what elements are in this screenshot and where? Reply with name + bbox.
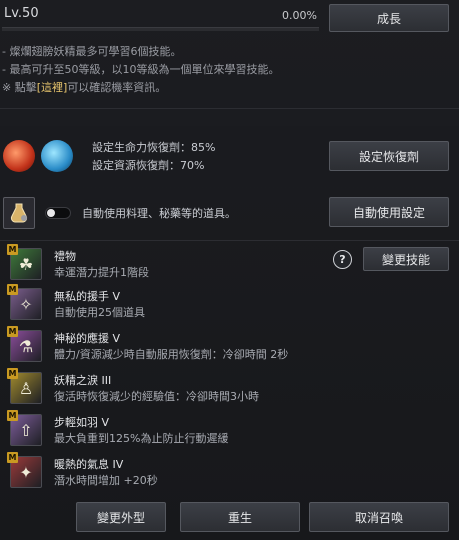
skill-name: 禮物 (54, 250, 76, 263)
auto-use-toggle[interactable] (45, 207, 71, 219)
grade-badge: M (7, 410, 18, 421)
fairy-icon: ✧ M (7, 284, 42, 320)
info-line-2: - 最高可升至50等級，以10等級為一個單位來學習技能。 (2, 63, 280, 76)
potion-icon: ⚗ M (7, 326, 42, 362)
mp-recovery-label: 設定資源恢復劑：70% (92, 159, 205, 172)
grade-badge: M (7, 326, 18, 337)
auto-use-settings-button[interactable]: 自動使用設定 (329, 197, 449, 227)
hp-potion-icon (3, 140, 35, 172)
tear-icon: ♙ M (7, 368, 42, 404)
auto-potion-icon (3, 197, 35, 229)
skill-name: 妖精之淚 III (54, 374, 112, 387)
skill-description: 潛水時間增加 +20秒 (54, 474, 158, 487)
grade-badge: M (7, 244, 18, 255)
mp-potion-icon (41, 140, 73, 172)
info-line-3: ※ 點擊[這裡]可以確認機率資訊。 (2, 79, 166, 95)
skill-row: ♙ M 妖精之淚 III 復活時恢復減少的經驗值：冷卻時間3小時 (0, 368, 459, 408)
grade-badge: M (7, 368, 18, 379)
skill-row: ⚗ M 神秘的應援 V 體力/資源減少時自動服用恢復劑：冷卻時間 2秒 (0, 326, 459, 366)
grow-button[interactable]: 成長 (329, 4, 449, 32)
hp-recovery-label: 設定生命力恢復劑：85% (92, 141, 216, 154)
skill-glyph: ✧ (19, 294, 33, 314)
skill-description: 自動使用25個道具 (54, 306, 145, 319)
skill-name: 神秘的應援 V (54, 332, 121, 345)
toggle-knob (47, 209, 55, 217)
info-line-3-tail: 可以確認機率資訊。 (67, 81, 167, 94)
change-appearance-button[interactable]: 變更外型 (76, 502, 166, 532)
grade-badge: M (7, 284, 18, 295)
exp-bar (2, 27, 319, 31)
level-label: Lv.50 (4, 6, 39, 21)
skill-description: 復活時恢復減少的經驗值：冷卻時間3小時 (54, 390, 259, 403)
set-recovery-button[interactable]: 設定恢復劑 (329, 141, 449, 171)
fairy-panel: Lv.50 0.00% 成長 - 燦爛翅膀妖精最多可學習6個技能。 - 最高可升… (0, 0, 459, 540)
skill-name: 暖熱的氣息 IV (54, 458, 124, 471)
skill-glyph: ⚗ (18, 336, 34, 356)
skill-row: ✧ M 無私的援手 V 自動使用25個道具 (0, 284, 459, 324)
skill-glyph: ✦ (19, 462, 33, 482)
clover-icon: ☘ M (7, 244, 42, 280)
skill-description: 最大負重到125%為止防止行動遲緩 (54, 432, 229, 445)
breath-icon: ✦ M (7, 452, 42, 488)
skill-description: 體力/資源減少時自動服用恢復劑：冷卻時間 2秒 (54, 348, 289, 361)
info-line-1: - 燦爛翅膀妖精最多可學習6個技能。 (2, 45, 182, 58)
divider (0, 240, 459, 241)
info-link[interactable]: [這裡] (37, 81, 68, 94)
cancel-summon-button[interactable]: 取消召喚 (309, 502, 449, 532)
skill-glyph: ♙ (18, 378, 34, 398)
skill-glyph: ☘ (18, 254, 34, 274)
skill-row: ⇧ M 步輕如羽 V 最大負重到125%為止防止行動遲緩 (0, 410, 459, 450)
skill-name: 無私的援手 V (54, 290, 121, 303)
auto-use-label: 自動使用料理、秘藥等的道具。 (82, 207, 236, 220)
skill-glyph: ⇧ (19, 420, 33, 440)
info-line-3-prefix: ※ 點擊 (2, 81, 37, 94)
weight-icon: ⇧ M (7, 410, 42, 446)
skill-description: 幸運潛力提升1階段 (54, 266, 149, 279)
rebirth-button[interactable]: 重生 (180, 502, 300, 532)
grade-badge: M (7, 452, 18, 463)
skill-name: 步輕如羽 V (54, 416, 110, 429)
exp-percent: 0.00% (282, 9, 317, 22)
divider (0, 108, 459, 109)
skill-row: ☘ M 禮物幸運潛力提升1階段 (0, 244, 459, 284)
skill-row: ✦ M 暖熱的氣息 IV 潛水時間增加 +20秒 (0, 452, 459, 492)
